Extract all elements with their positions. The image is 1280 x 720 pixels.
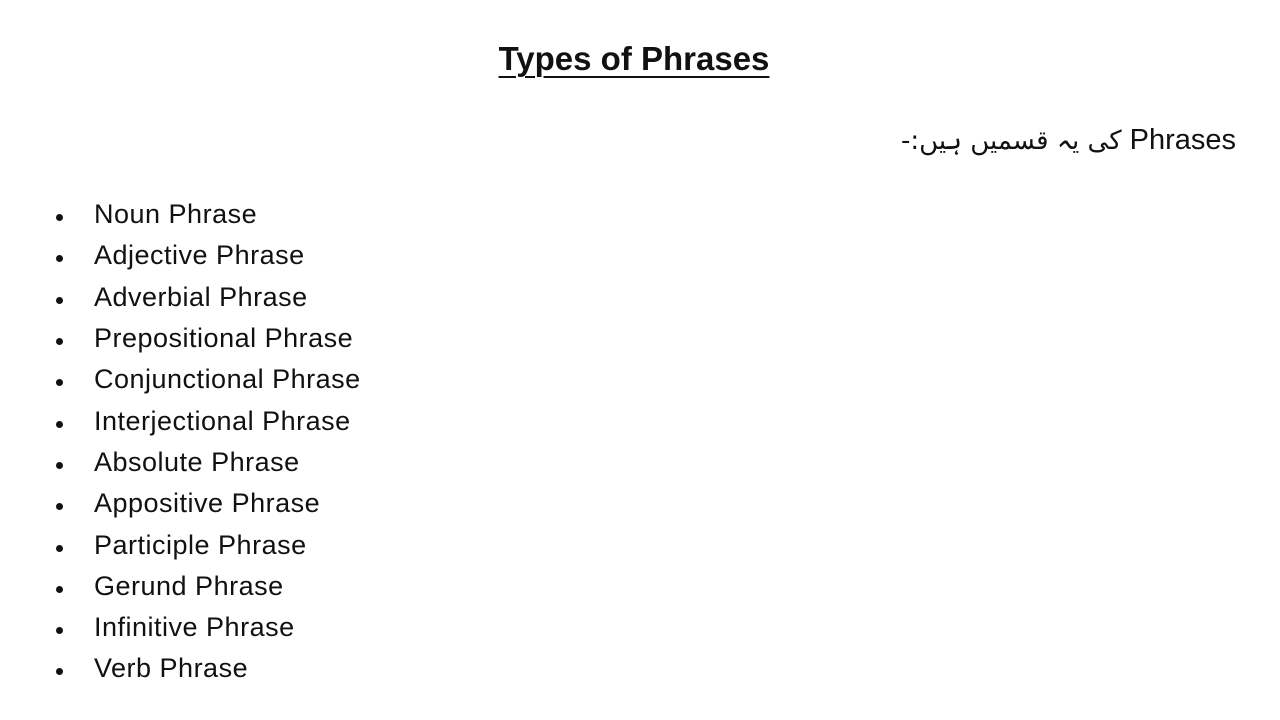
intro-english-text: Phrases: [1129, 124, 1236, 156]
list-item-label: Absolute Phrase: [94, 446, 300, 477]
bullet-icon: [56, 668, 63, 676]
bullet-icon: [56, 627, 63, 635]
bullet-icon: [56, 255, 63, 263]
list-item: Conjunctional Phrase: [56, 359, 361, 400]
list-item-label: Verb Phrase: [94, 653, 249, 684]
list-item: Infinitive Phrase: [56, 607, 361, 648]
bullet-icon: [56, 461, 63, 469]
list-item-label: Interjectional Phrase: [94, 405, 351, 436]
bullet-icon: [56, 503, 63, 511]
list-item: Absolute Phrase: [56, 442, 361, 483]
list-item-label: Noun Phrase: [94, 199, 258, 230]
list-item-label: Adjective Phrase: [94, 240, 305, 271]
list-item: Prepositional Phrase: [56, 318, 361, 359]
bullet-icon: [56, 338, 63, 346]
bullet-icon: [56, 420, 63, 428]
list-item: Adverbial Phrase: [56, 277, 361, 318]
list-item: Verb Phrase: [56, 648, 361, 689]
list-item: Noun Phrase: [56, 194, 361, 235]
list-item: Interjectional Phrase: [56, 400, 361, 441]
list-item-label: Participle Phrase: [94, 529, 307, 560]
list-item-label: Prepositional Phrase: [94, 323, 354, 354]
list-item-label: Infinitive Phrase: [94, 612, 295, 643]
bullet-icon: [56, 296, 63, 304]
list-item-label: Appositive Phrase: [94, 488, 321, 519]
page-title-text: Types of Phrases: [498, 40, 770, 77]
intro-line: کی یہ قسمیں ہیں:- Phrases: [901, 124, 1236, 157]
list-item: Appositive Phrase: [56, 483, 361, 524]
list-item-label: Gerund Phrase: [94, 570, 284, 601]
bullet-icon: [56, 379, 63, 387]
bullet-icon: [56, 214, 63, 222]
phrase-types-list: Noun Phrase Adjective Phrase Adverbial P…: [56, 194, 361, 690]
intro-urdu-text: کی یہ قسمیں ہیں:-: [900, 126, 1122, 156]
page-title: Types of Phrases: [0, 40, 1268, 78]
list-item: Participle Phrase: [56, 524, 361, 565]
list-item-label: Conjunctional Phrase: [94, 364, 361, 395]
list-item-label: Adverbial Phrase: [94, 281, 308, 312]
bullet-icon: [56, 585, 63, 593]
bullet-icon: [56, 544, 63, 552]
list-item: Gerund Phrase: [56, 566, 361, 607]
list-item: Adjective Phrase: [56, 235, 361, 276]
